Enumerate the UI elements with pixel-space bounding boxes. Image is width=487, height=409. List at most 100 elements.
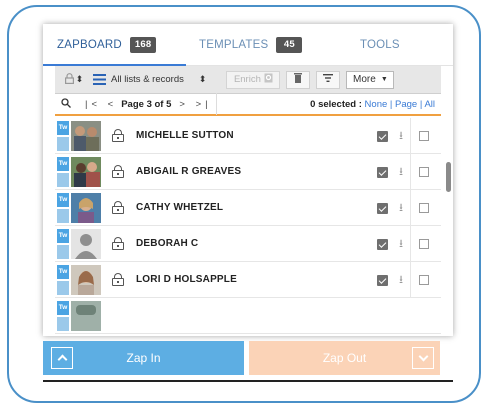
collapse-down-icon[interactable] — [412, 347, 434, 369]
prev-page-icon[interactable]: < — [108, 99, 118, 110]
enrich-button-label: Enrich — [233, 74, 261, 85]
avatar — [71, 156, 101, 187]
avatar — [71, 264, 101, 295]
tab-tools-label: TOOLS — [360, 39, 400, 51]
list-item[interactable]: Tw — [55, 298, 441, 334]
records-list: Tw MICHELLE SUTTON ⭳ Tw ABIGAIL R GREAVE… — [55, 118, 441, 336]
list-selector[interactable]: All lists & records ⬍ — [93, 74, 206, 85]
pagination-bar: |< < Page 3 of 5 > >| 0 selected : None … — [55, 93, 441, 116]
list-item[interactable]: Tw ABIGAIL R GREAVES ⭳ — [55, 154, 441, 190]
list-scrollbar[interactable] — [446, 162, 451, 192]
download-icon[interactable]: ⭳ — [396, 163, 406, 182]
notes-check-icon[interactable] — [377, 274, 388, 286]
chat-icon — [57, 244, 69, 259]
row-actions: ⭳ — [377, 154, 429, 190]
selected-count: 0 selected — [310, 98, 357, 110]
record-name: DEBORAH C — [136, 238, 199, 249]
pager-divider — [215, 93, 217, 115]
delete-button[interactable] — [286, 70, 311, 89]
notes-check-icon[interactable] — [377, 238, 388, 250]
row-checkbox[interactable] — [419, 131, 429, 141]
select-all-link[interactable]: All — [424, 99, 435, 110]
source-badges: Tw — [57, 120, 69, 151]
search-icon[interactable] — [61, 97, 71, 111]
tab-templates-label: TEMPLATES — [199, 39, 269, 51]
row-actions: ⭳ — [377, 226, 429, 262]
row-actions: ⭳ — [377, 118, 429, 154]
tab-tools[interactable]: TOOLS — [360, 24, 408, 66]
record-name: ABIGAIL R GREAVES — [136, 166, 242, 177]
bottom-divider — [43, 380, 453, 382]
download-icon[interactable]: ⭳ — [396, 235, 406, 254]
zap-in-label: Zap In — [126, 351, 161, 365]
first-page-icon[interactable]: |< — [85, 99, 101, 110]
list-item[interactable]: Tw LORI D HOLSAPPLE ⭳ — [55, 262, 441, 298]
avatar — [71, 228, 101, 259]
row-checkbox[interactable] — [419, 239, 429, 249]
download-icon[interactable]: ⭳ — [396, 127, 406, 146]
zap-out-button[interactable]: Zap Out — [249, 341, 440, 375]
zap-in-button[interactable]: Zap In — [43, 341, 244, 375]
list-item[interactable]: Tw MICHELLE SUTTON ⭳ — [55, 118, 441, 154]
select-page-link[interactable]: Page — [395, 99, 417, 110]
tab-zapboard-label: ZAPBOARD — [57, 39, 122, 51]
row-checkbox[interactable] — [419, 275, 429, 285]
download-icon[interactable]: ⭳ — [396, 199, 406, 218]
trash-icon — [294, 73, 303, 86]
download-icon[interactable]: ⭳ — [396, 271, 406, 290]
enrich-icon — [264, 73, 273, 86]
row-divider — [410, 226, 411, 262]
zap-out-label: Zap Out — [322, 351, 367, 365]
sort-arrows-icon: ⬍ — [75, 74, 84, 84]
list-icon — [93, 74, 106, 85]
row-divider — [410, 118, 411, 154]
expand-up-icon[interactable] — [51, 347, 73, 369]
sort-arrows-icon: ⬍ — [198, 74, 207, 84]
row-checkbox[interactable] — [419, 203, 429, 213]
source-badges: Tw — [57, 300, 69, 331]
chat-icon — [57, 172, 69, 187]
toolbar: ⬍ All lists & records ⬍ Enrich More ▼ — [55, 66, 441, 94]
notes-check-icon[interactable] — [377, 202, 388, 214]
row-actions: ⭳ — [377, 190, 429, 226]
twitter-badge: Tw — [57, 192, 69, 207]
select-none-link[interactable]: None — [365, 99, 388, 110]
more-dropdown-label: More — [353, 74, 376, 85]
selected-colon: : — [358, 98, 362, 110]
list-item[interactable]: Tw DEBORAH C ⭳ — [55, 226, 441, 262]
source-badges: Tw — [57, 192, 69, 223]
list-item[interactable]: Tw CATHY WHETZEL ⭳ — [55, 190, 441, 226]
padlock-icon — [64, 72, 74, 87]
last-page-icon[interactable]: >| — [196, 99, 212, 110]
row-divider — [410, 154, 411, 190]
row-checkbox[interactable] — [419, 167, 429, 177]
row-actions: ⭳ — [377, 262, 429, 298]
record-name: MICHELLE SUTTON — [136, 130, 234, 141]
row-divider — [410, 262, 411, 298]
selection-summary: 0 selected : None | Page | All — [310, 99, 435, 110]
filter-button[interactable] — [316, 70, 341, 89]
tab-zapboard[interactable]: ZAPBOARD 168 — [57, 24, 157, 66]
source-badges: Tw — [57, 264, 69, 295]
link-divider: | — [419, 98, 423, 110]
avatar — [71, 192, 101, 223]
enrich-button[interactable]: Enrich — [226, 70, 281, 89]
lock-filter-dropdown[interactable]: ⬍ — [61, 70, 87, 90]
record-name: LORI D HOLSAPPLE — [136, 274, 237, 285]
notes-check-icon[interactable] — [377, 130, 388, 142]
tab-templates[interactable]: TEMPLATES 45 — [199, 24, 303, 66]
avatar — [71, 300, 101, 331]
twitter-badge: Tw — [57, 300, 69, 315]
link-divider: | — [389, 98, 393, 110]
lock-icon — [112, 201, 124, 214]
chat-icon — [57, 208, 69, 223]
twitter-badge: Tw — [57, 228, 69, 243]
twitter-badge: Tw — [57, 264, 69, 279]
source-badges: Tw — [57, 228, 69, 259]
tab-zapboard-count: 168 — [129, 37, 157, 53]
next-page-icon[interactable]: > — [179, 99, 189, 110]
tab-templates-count: 45 — [276, 37, 303, 53]
notes-check-icon[interactable] — [377, 166, 388, 178]
more-dropdown[interactable]: More ▼ — [346, 70, 395, 89]
tab-bar: ZAPBOARD 168 TEMPLATES 45 TOOLS — [43, 24, 453, 66]
